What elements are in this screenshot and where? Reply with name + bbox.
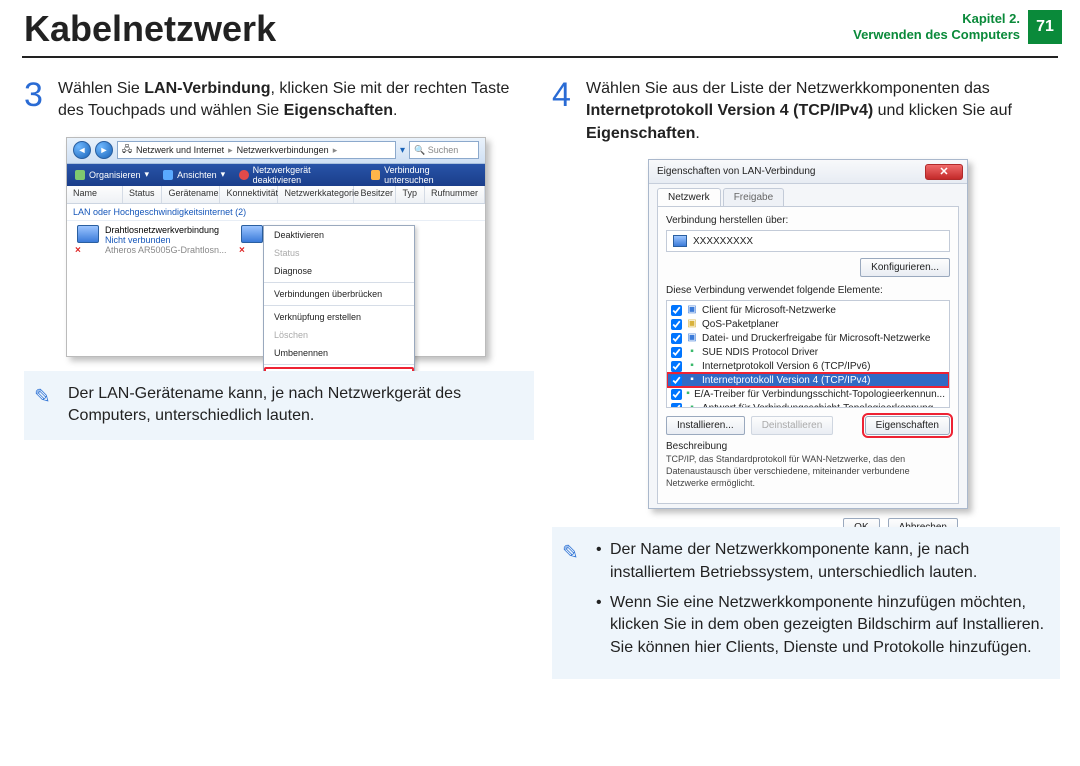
group-header: LAN oder Hochgeschwindigkeitsinternet (2… <box>67 204 485 221</box>
nav-back-button[interactable]: ◄ <box>73 141 91 159</box>
tb-diagnose[interactable]: Verbindung untersuchen <box>371 165 477 185</box>
close-button[interactable]: ✕ <box>925 164 963 180</box>
note-step4: ✎ Der Name der Netzwerkkomponente kann, … <box>552 527 1060 679</box>
disconnected-icon: × <box>75 245 81 256</box>
tab-sharing[interactable]: Freigabe <box>723 188 784 206</box>
uninstall-button: Deinstallieren <box>751 416 834 435</box>
note-bullet: Wenn Sie eine Netzwerkkomponente hinzufü… <box>596 592 1046 659</box>
disconnected-icon: × <box>239 245 245 256</box>
nav-fwd-button[interactable]: ► <box>95 141 113 159</box>
tb-views[interactable]: Ansichten ▾ <box>163 169 225 180</box>
nic-wireless[interactable]: × Drahtlosnetzwerkverbindung Nicht verbu… <box>77 225 227 255</box>
page-title: Kabelnetzwerk <box>24 8 276 50</box>
chk[interactable] <box>671 389 682 400</box>
screenshot-network-connections: ◄ ► 🖧 Netzwerk und Internet ▸ Netzwerkve… <box>66 137 486 357</box>
tab-network[interactable]: Netzwerk <box>657 188 721 206</box>
note-step3: ✎ Der LAN-Gerätename kann, je nach Netzw… <box>24 371 534 440</box>
properties-button[interactable]: Eigenschaften <box>865 416 950 435</box>
adapter-icon <box>673 235 687 247</box>
note-bullet: Der Name der Netzwerkkomponente kann, je… <box>596 539 1046 584</box>
desc-text: TCP/IP, das Standardprotokoll für WAN-Ne… <box>666 454 950 489</box>
search-box[interactable]: 🔍 Suchen <box>409 141 479 159</box>
screenshot-lan-properties: Eigenschaften von LAN-Verbindung ✕ Netzw… <box>648 159 968 509</box>
ctx-shortcut[interactable]: Verknüpfung erstellen <box>264 308 414 326</box>
configure-button[interactable]: Konfigurieren... <box>860 258 950 277</box>
header-rule <box>22 56 1058 58</box>
nic-icon <box>77 225 99 243</box>
step-number: 3 <box>24 78 48 123</box>
column-headers: Name Status Gerätename Konnektivität Net… <box>67 186 485 204</box>
install-button[interactable]: Installieren... <box>666 416 745 435</box>
chk[interactable] <box>671 347 682 358</box>
dialog-title: Eigenschaften von LAN-Verbindung <box>657 166 815 177</box>
page-number-badge: 71 <box>1028 10 1062 44</box>
chapter-block: Kapitel 2. Verwenden des Computers 71 <box>853 10 1062 44</box>
chk[interactable] <box>671 375 682 386</box>
nic-icon <box>241 225 263 243</box>
label-uses: Diese Verbindung verwendet folgende Elem… <box>666 285 950 296</box>
chapter-label: Kapitel 2. <box>853 11 1020 27</box>
ctx-rename[interactable]: Umbenennen <box>264 344 414 362</box>
chk[interactable] <box>671 403 682 409</box>
ctx-status: Status <box>264 244 414 262</box>
desc-label: Beschreibung <box>666 441 950 452</box>
ctx-disable[interactable]: Deaktivieren <box>264 226 414 244</box>
toolbar: Organisieren ▾ Ansichten ▾ Netzwerkgerät… <box>67 164 485 186</box>
ctx-delete: Löschen <box>264 326 414 344</box>
chk[interactable] <box>671 333 682 344</box>
adapter-field: XXXXXXXXX <box>666 230 950 252</box>
address-bar[interactable]: 🖧 Netzwerk und Internet ▸ Netzwerkverbin… <box>117 141 396 159</box>
chapter-subtitle: Verwenden des Computers <box>853 27 1020 43</box>
component-ipv4[interactable]: ▪Internetprotokoll Version 4 (TCP/IPv4) <box>667 373 949 387</box>
note-icon: ✎ <box>562 539 579 567</box>
step-4: 4 Wählen Sie aus der Liste der Netzwerkk… <box>552 78 1060 145</box>
context-menu: Deaktivieren Status Diagnose Verbindunge… <box>263 225 415 388</box>
component-list[interactable]: ▣Client für Microsoft-Netzwerke ▣QoS-Pak… <box>666 300 950 408</box>
label-connect-via: Verbindung herstellen über: <box>666 215 950 226</box>
step-number: 4 <box>552 78 576 145</box>
ctx-bridge[interactable]: Verbindungen überbrücken <box>264 285 414 303</box>
note-icon: ✎ <box>34 383 51 411</box>
bc-icon: 🖧 <box>122 142 132 158</box>
chk[interactable] <box>671 319 682 330</box>
ctx-diagnose[interactable]: Diagnose <box>264 262 414 280</box>
chk[interactable] <box>671 361 682 372</box>
step-3: 3 Wählen Sie LAN-Verbindung, klicken Sie… <box>24 78 534 123</box>
tb-organize[interactable]: Organisieren ▾ <box>75 169 149 180</box>
tb-disable[interactable]: Netzwerkgerät deaktivieren <box>239 165 356 185</box>
chk[interactable] <box>671 305 682 316</box>
